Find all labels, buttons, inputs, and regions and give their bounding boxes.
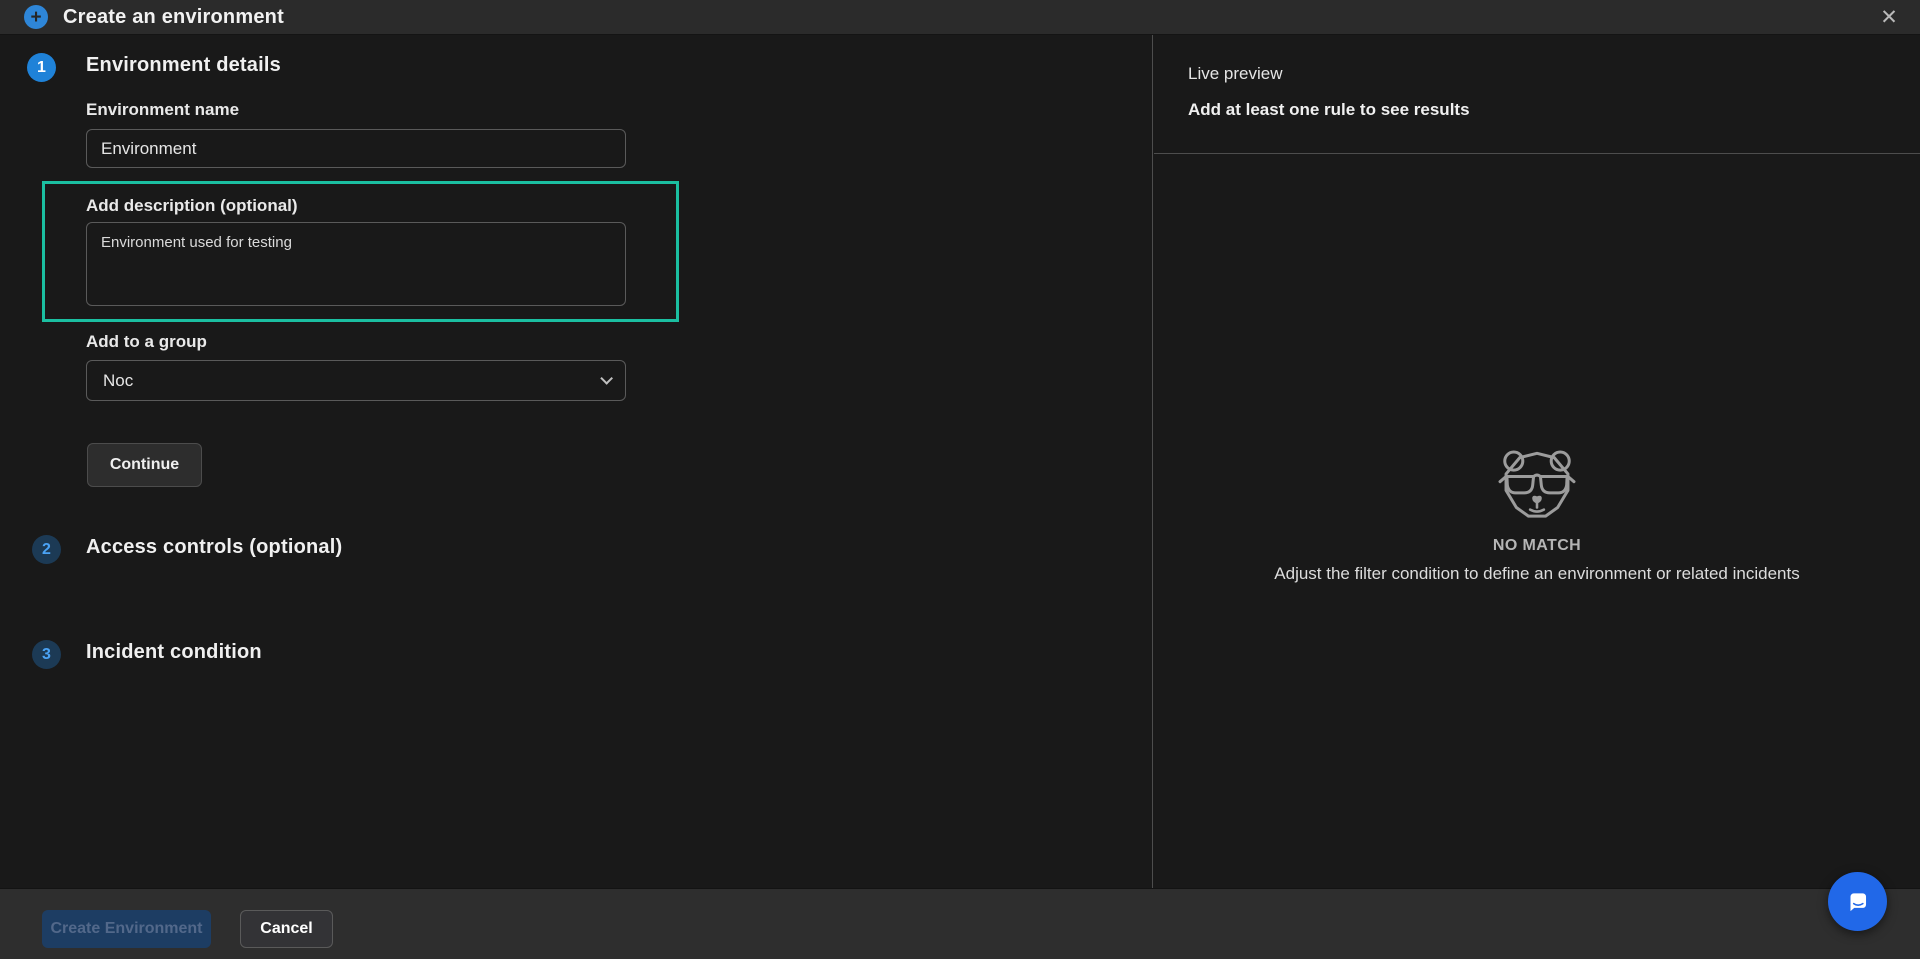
chat-launcher-button[interactable] <box>1828 872 1887 931</box>
live-preview-pane: Live preview Add at least one rule to se… <box>1154 35 1920 888</box>
chevron-down-icon <box>600 372 613 385</box>
close-icon[interactable]: ✕ <box>1874 2 1904 32</box>
group-select-value: Noc <box>103 371 133 391</box>
create-environment-dialog: + Create an environment ✕ 1 Environment … <box>0 0 1920 959</box>
preview-divider <box>1154 153 1920 154</box>
group-label: Add to a group <box>86 332 207 352</box>
dialog-footer: Create Environment Cancel <box>0 888 1920 959</box>
continue-button[interactable]: Continue <box>87 443 202 487</box>
group-select[interactable]: Noc <box>86 360 626 401</box>
step-2-title: Access controls (optional) <box>86 536 342 559</box>
create-environment-button[interactable]: Create Environment <box>42 910 211 948</box>
chat-bubble-icon <box>1843 887 1873 917</box>
dialog-title: Create an environment <box>63 6 284 29</box>
step-1-title: Environment details <box>86 54 281 77</box>
step-3-badge: 3 <box>32 640 61 669</box>
environment-name-label: Environment name <box>86 100 239 120</box>
no-match-empty-state: NO MATCH Adjust the filter condition to … <box>1154 447 1920 584</box>
panda-sunglasses-icon <box>1494 447 1580 525</box>
dialog-body: 1 Environment details Environment name A… <box>0 35 1920 888</box>
live-preview-subtitle: Add at least one rule to see results <box>1188 100 1470 120</box>
environment-name-input[interactable] <box>86 129 626 168</box>
no-match-message: Adjust the filter condition to define an… <box>1274 564 1799 584</box>
wizard-pane: 1 Environment details Environment name A… <box>0 35 1153 888</box>
description-textarea[interactable] <box>86 222 626 306</box>
step-3-title: Incident condition <box>86 641 262 664</box>
step-1-badge: 1 <box>27 53 56 82</box>
description-label: Add description (optional) <box>86 196 298 216</box>
cancel-button[interactable]: Cancel <box>240 910 333 948</box>
dialog-header: + Create an environment ✕ <box>0 0 1920 35</box>
step-2-badge: 2 <box>32 535 61 564</box>
no-match-title: NO MATCH <box>1493 537 1581 555</box>
plus-icon: + <box>24 5 48 29</box>
live-preview-title: Live preview <box>1188 64 1283 84</box>
